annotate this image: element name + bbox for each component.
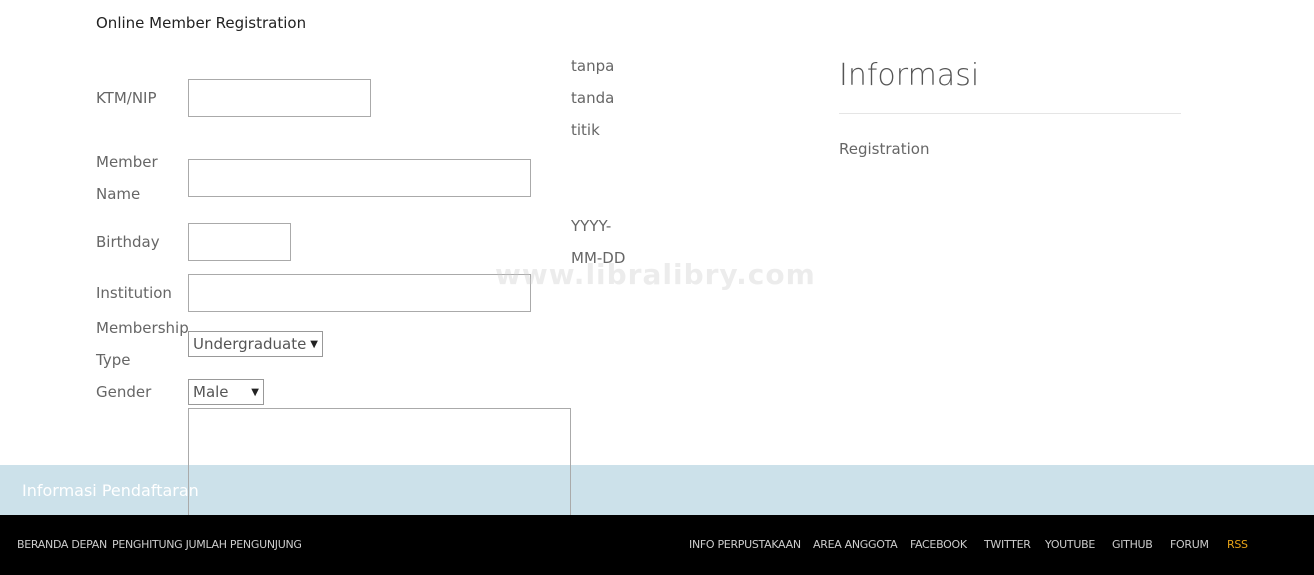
footer-link-info[interactable]: INFO PERPUSTAKAAN: [689, 538, 801, 551]
address-textarea[interactable]: [188, 408, 571, 528]
footer-link-youtube[interactable]: YOUTUBE: [1045, 538, 1095, 551]
selected-value: Undergraduate: [193, 335, 307, 353]
hint-line: tanpa: [571, 57, 615, 75]
membership-type-label: Membership Type: [96, 312, 189, 376]
footer-link-penghitung[interactable]: PENGHITUNG JUMLAH PENGUNJUNG: [112, 538, 302, 551]
footer-link-area-anggota[interactable]: AREA ANGGOTA: [813, 538, 898, 551]
birthday-input[interactable]: [188, 223, 291, 261]
label-line: Member: [96, 153, 158, 171]
footer-link-beranda[interactable]: BERANDA DEPAN: [17, 538, 107, 551]
ktm-label: KTM/NIP: [96, 89, 157, 107]
page-title: Online Member Registration: [96, 14, 307, 32]
selected-value: Male: [193, 383, 229, 401]
gender-select[interactable]: Male ▼: [188, 379, 264, 405]
label-line: Name: [96, 185, 141, 203]
gender-label: Gender: [96, 383, 152, 401]
caret-down-icon: ▼: [251, 386, 259, 398]
ktm-input[interactable]: [188, 79, 371, 117]
footer-link-github[interactable]: GITHUB: [1112, 538, 1153, 551]
footer-link-facebook[interactable]: FACEBOOK: [910, 538, 967, 551]
divider: [839, 113, 1181, 114]
footer-link-rss[interactable]: RSS: [1227, 538, 1248, 551]
institution-input[interactable]: [188, 274, 531, 312]
label-line: Type: [96, 351, 131, 369]
hint-line: YYYY-: [571, 217, 612, 235]
label-line: Membership: [96, 319, 189, 337]
membership-type-select[interactable]: Undergraduate ▼: [188, 331, 323, 357]
institution-label: Institution: [96, 284, 172, 302]
hint-line: titik: [571, 121, 600, 139]
registration-link[interactable]: Registration: [839, 140, 929, 158]
caret-down-icon: ▼: [310, 338, 318, 350]
member-name-label: Member Name: [96, 146, 158, 210]
hint-line: tanda: [571, 89, 615, 107]
watermark: www.libralibry.com: [495, 258, 816, 291]
footer-link-forum[interactable]: FORUM: [1170, 538, 1209, 551]
sidebar-heading: Informasi: [839, 58, 980, 93]
footer: BERANDA DEPAN PENGHITUNG JUMLAH PENGUNJU…: [0, 515, 1314, 575]
footer-link-twitter[interactable]: TWITTER: [984, 538, 1031, 551]
ktm-hint: tanpa tanda titik: [571, 50, 614, 146]
info-band-label: Informasi Pendaftaran: [22, 481, 199, 500]
member-name-input[interactable]: [188, 159, 531, 197]
birthday-label: Birthday: [96, 233, 160, 251]
